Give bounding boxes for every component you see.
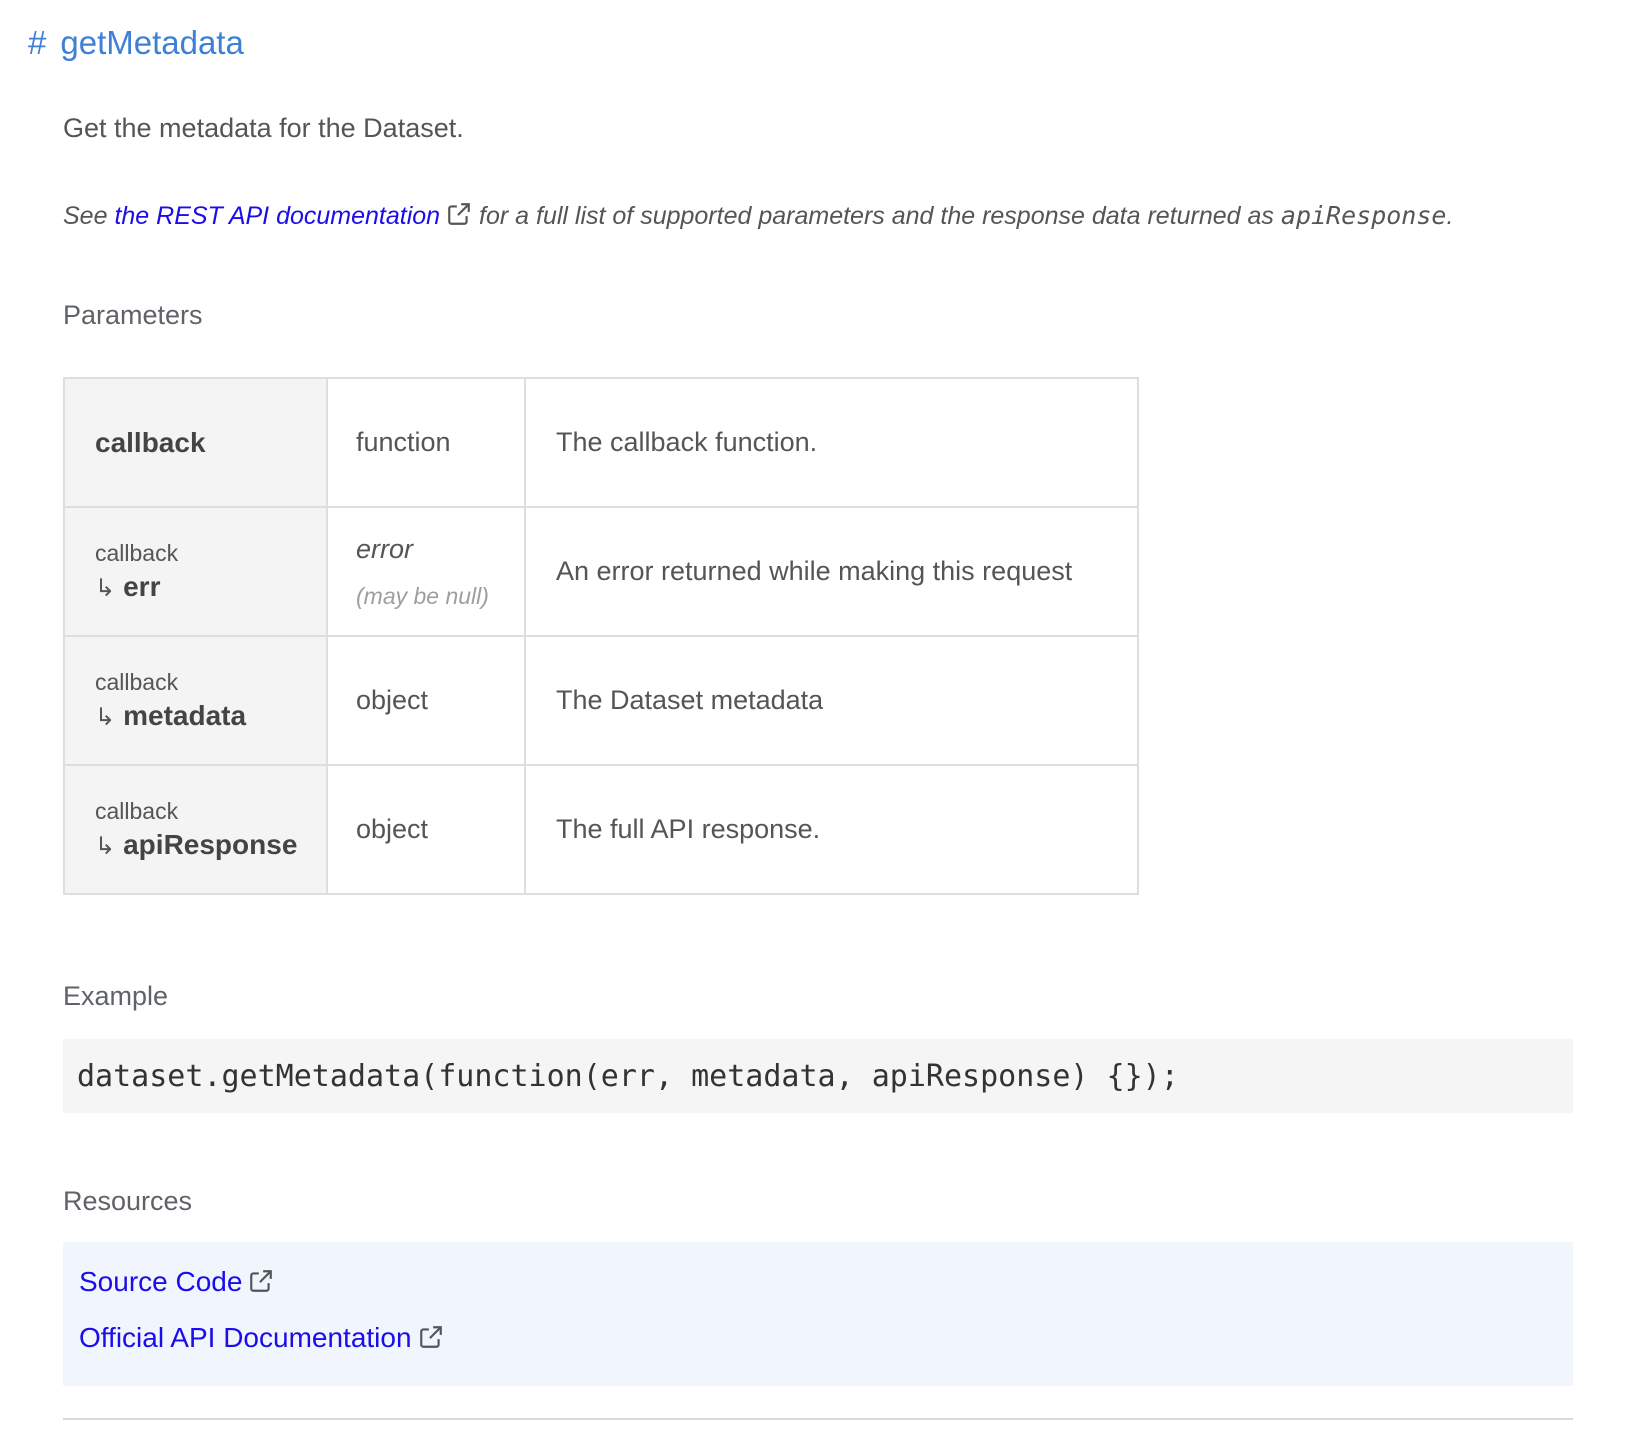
parameters-title: Parameters [63,300,203,330]
method-name[interactable]: getMetadata [60,24,243,62]
param-type-cell: function [326,377,526,508]
example-code: dataset.getMetadata(function(err, metada… [63,1039,1573,1113]
param-type: function [356,427,451,457]
note-middle: for a full list of supported parameters … [472,202,1281,230]
param-type-cell: object [326,635,526,766]
param-parent: callback [95,798,179,824]
param-name: err [123,571,161,602]
anchor-hash[interactable]: # [28,24,46,62]
param-name-cell: callback [63,377,328,508]
source-code-link-label: Source Code [79,1266,243,1297]
param-description: The full API response. [524,764,1139,895]
external-link-icon [248,1268,274,1294]
child-arrow-icon: ↳ [95,833,116,860]
param-name-cell: callback ↳ apiResponse [63,764,328,895]
resources-title: Resources [63,1186,193,1216]
official-api-doc-link-label: Official API Documentation [79,1322,412,1353]
param-description: An error returned while making this requ… [524,506,1139,637]
param-parent: callback [95,669,179,695]
resources-box: Source Code Official API Documentation [63,1242,1573,1386]
example-title: Example [63,981,169,1011]
table-row: callback ↳ apiResponse object The full API r… [63,764,1139,895]
param-type: object [356,685,429,715]
child-arrow-icon: ↳ [95,704,116,731]
param-child: ↳ metadata [95,700,326,732]
method-description: Get the metadata for the Dataset. [63,113,464,143]
param-parent: callback [95,540,179,566]
param-child: ↳ err [95,571,326,603]
param-name-cell: callback ↳ metadata [63,635,328,766]
param-name: metadata [123,700,247,731]
table-row: callback ↳ metadata object The Dataset metad… [63,635,1139,766]
rest-api-note: See the REST API documentation for a ful… [63,201,1453,231]
param-type: error [356,533,414,564]
param-name-cell: callback ↳ err [63,506,328,637]
param-type-cell: object [326,764,526,895]
external-link-icon [446,201,472,227]
param-child: ↳ apiResponse [95,829,326,861]
note-code: apiResponse [1280,201,1447,230]
note-suffix: . [1446,202,1454,230]
source-code-link[interactable]: Source Code [79,1266,1573,1322]
rest-api-doc-link-label: the REST API documentation [114,202,441,230]
doc-page: # getMetadata Get the metadata for the D… [0,0,1636,1436]
parameters-table: callback function The callback function. ca… [63,377,1139,895]
note-prefix: See [63,202,115,230]
official-api-doc-link[interactable]: Official API Documentation [79,1322,1573,1378]
rest-api-doc-link[interactable]: the REST API documentation [114,202,472,230]
param-name: apiResponse [123,829,298,860]
param-nullable: (may be null) [356,582,489,609]
param-description: The Dataset metadata [524,635,1139,766]
external-link-icon [418,1324,444,1350]
method-heading: # getMetadata [28,24,244,62]
param-description: The callback function. [524,377,1139,508]
child-arrow-icon: ↳ [95,575,116,602]
table-row: callback ↳ err error (may be null) An error r… [63,506,1139,637]
param-type: object [356,814,429,844]
table-row: callback function The callback function. [63,377,1139,508]
param-type-cell: error (may be null) [326,506,526,637]
bottom-divider [63,1418,1573,1420]
param-name: callback [95,426,206,458]
